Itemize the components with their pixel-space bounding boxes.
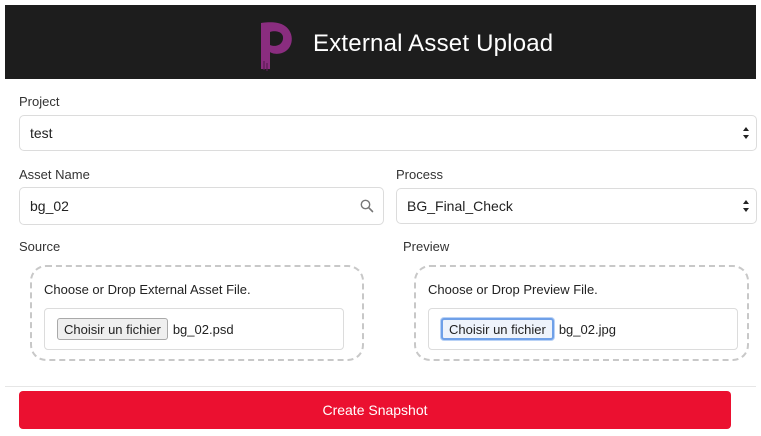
header-bar: External Asset Upload xyxy=(5,5,756,79)
source-choose-file-button[interactable]: Choisir un fichier xyxy=(57,318,168,340)
project-select-value: test xyxy=(30,125,53,141)
source-label: Source xyxy=(19,239,61,254)
search-icon[interactable] xyxy=(360,199,374,213)
create-snapshot-button[interactable]: Create Snapshot xyxy=(19,391,731,429)
upload-form-window: External Asset Upload Project test Asset… xyxy=(0,0,761,436)
source-file-input[interactable]: Choisir un fichier bg_02.psd xyxy=(44,308,344,350)
source-dropzone[interactable]: Choose or Drop External Asset File. Choi… xyxy=(30,265,364,361)
page-title: External Asset Upload xyxy=(313,30,554,57)
form-divider xyxy=(5,386,756,387)
select-arrows-icon xyxy=(743,200,749,212)
process-label: Process xyxy=(396,167,443,182)
preview-file-input[interactable]: Choisir un fichier bg_02.jpg xyxy=(428,308,738,350)
preview-label: Preview xyxy=(403,239,450,254)
source-file-name: bg_02.psd xyxy=(172,321,234,337)
process-select-value: BG_Final_Check xyxy=(407,198,513,214)
select-arrows-icon xyxy=(743,127,749,139)
asset-name-value: bg_02 xyxy=(30,198,69,214)
preview-file-name: bg_02.jpg xyxy=(558,321,616,337)
preview-choose-file-button[interactable]: Choisir un fichier xyxy=(441,318,554,340)
preview-dropzone-prompt: Choose or Drop Preview File. xyxy=(428,282,598,297)
p-brand-logo-icon xyxy=(261,22,292,71)
preview-dropzone[interactable]: Choose or Drop Preview File. Choisir un … xyxy=(414,265,749,361)
project-label: Project xyxy=(19,94,60,109)
source-dropzone-prompt: Choose or Drop External Asset File. xyxy=(44,282,251,297)
asset-name-input[interactable]: bg_02 xyxy=(19,187,384,225)
project-select[interactable]: test xyxy=(19,115,757,151)
process-select[interactable]: BG_Final_Check xyxy=(396,188,757,224)
asset-name-label: Asset Name xyxy=(19,167,90,182)
